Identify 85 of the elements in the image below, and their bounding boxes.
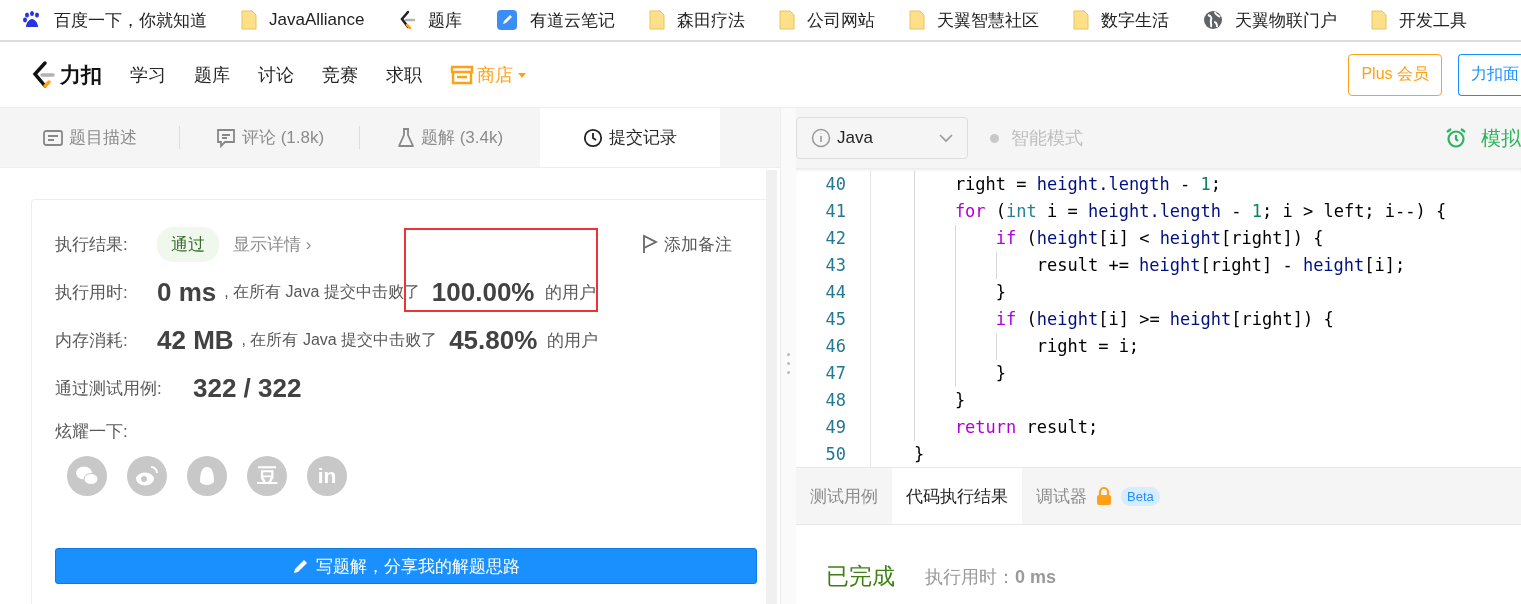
info-icon [811,128,831,148]
field-label: 执行结果: [55,233,129,256]
status-badge: 通过 [157,226,219,262]
splitter-handle[interactable] [780,108,796,604]
line-number: 44 [796,279,871,306]
language-select[interactable]: Java [796,117,968,159]
bookmark[interactable]: 开发工具 [1371,8,1468,32]
stat-percent: 45.80% [449,324,538,356]
wechat-icon[interactable] [67,456,107,496]
code-line: } [871,387,966,414]
line-number: 41 [796,198,871,225]
penguin-icon[interactable] [187,456,227,496]
bookmark[interactable]: JavaAlliance [241,10,365,30]
folder-icon [241,10,257,30]
folder-icon [1073,10,1090,30]
tab[interactable]: 提交记录 [540,108,720,167]
caret-icon [516,70,528,79]
line-number: 49 [796,414,871,441]
code-line: for (int i = height.length - 1; i > left; i--) { [871,198,1447,225]
folder-icon [909,10,926,30]
brand-name[interactable]: 力扣 [60,60,102,89]
line-number: 43 [796,252,871,279]
chevron-down-icon [939,133,953,143]
status-text: 已完成 [826,562,895,591]
code-line: if (height[i] >= height[right]) { [871,306,1334,333]
alarm-clock-icon [1445,127,1467,149]
nav-link[interactable]: 题库 [194,62,230,87]
field-label: 内存消耗: [55,329,129,352]
globe-icon [1203,10,1224,30]
beta-badge: Beta [1121,486,1160,506]
field-label: 炫耀一下: [55,420,129,443]
code-line: } [912,443,925,466]
note-icon [496,9,519,31]
details-link[interactable]: 显示详情 › [233,232,312,256]
stat-text: 的用户 [544,281,596,304]
bookmark[interactable]: 天翼智慧社区 [909,8,1040,32]
test-count: 322 / 322 [193,372,302,404]
leetcode-logo-icon[interactable] [30,59,56,90]
add-note-button[interactable]: 添加备注 [636,231,738,257]
line-number: 42 [796,225,871,252]
stat-percent: 100.00% [431,276,535,308]
stat-value: 0 ms [157,276,217,308]
document-icon [43,129,63,146]
runtime-text: 执行用时：0 ms [925,565,1057,589]
code-line: result += height[right] - height[i]; [871,252,1406,279]
flask-icon [396,127,415,148]
weibo-icon[interactable] [127,456,167,496]
bookmark[interactable]: 有道云笔记 [496,8,616,32]
bookmark[interactable]: 数字生活 [1073,8,1170,32]
code-line: right = height.length - 1; [871,171,1222,198]
bookmark[interactable]: 百度一下，你就知道 [22,8,207,32]
nav-link[interactable]: 学习 [130,62,166,87]
code-line: if (height[i] < height[right]) { [871,225,1324,252]
field-label: 通过测试用例: [55,377,163,400]
bookmark[interactable]: 天翼物联门户 [1203,8,1338,32]
bookmark[interactable]: 森田疗法 [649,8,746,32]
code-line: } [871,279,1007,306]
line-number: 46 [796,333,871,360]
code-line: right = i; [871,333,1140,360]
line-number: 48 [796,387,871,414]
leetcode-logo-icon [398,10,417,30]
tab[interactable]: 代码执行结果 [892,468,1022,524]
nav-link[interactable]: 讨论 [258,62,294,87]
code-line: return result; [871,414,1099,441]
folder-icon [649,10,666,30]
stat-text: , 在所有 Java 提交中击败了 [241,329,438,350]
pencil-icon [292,557,310,575]
field-label: 执行用时: [55,281,129,304]
stat-value: 42 MB [157,324,234,356]
code-line: } [871,360,1007,387]
comment-icon [215,127,236,148]
bookmark[interactable]: 公司网站 [779,8,876,32]
line-number: 45 [796,306,871,333]
line-number: 40 [796,171,871,198]
folder-icon [779,10,796,30]
paw-icon [22,10,42,30]
store-icon [450,64,474,85]
bookmark[interactable]: 题库 [398,8,463,32]
folder-icon [1371,10,1388,30]
line-number: 47 [796,360,871,387]
stat-text: 的用户 [547,329,599,352]
flag-icon [642,234,658,254]
clock-icon [583,127,603,148]
nav-link[interactable]: 竞赛 [322,62,358,87]
nav-link[interactable]: 求职 [386,62,422,87]
